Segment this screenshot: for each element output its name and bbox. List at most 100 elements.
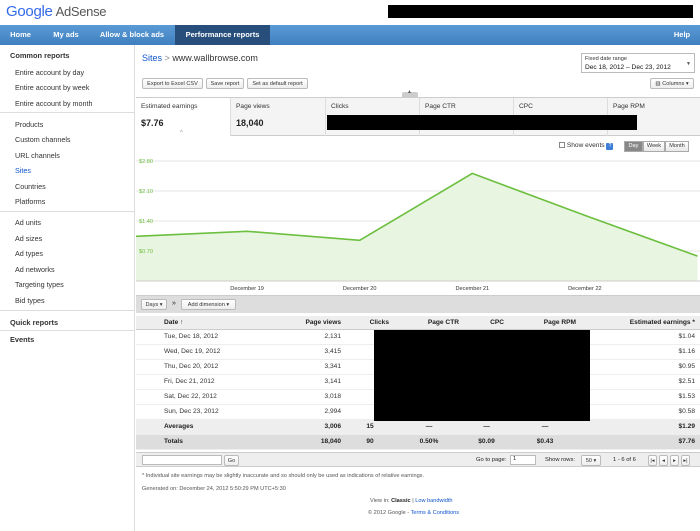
metric-value: $7.76 xyxy=(141,118,164,128)
cell-earnings: $1.53 xyxy=(581,389,700,405)
sidebar-item-targeting-types[interactable]: Targeting types xyxy=(15,280,64,289)
column-header-estimated-earnings-label: Estimated earnings xyxy=(629,318,691,326)
sidebar-item-sites[interactable]: Sites xyxy=(15,166,31,175)
last-page-button[interactable]: ▸| xyxy=(681,455,690,466)
goto-page-input[interactable]: 1 xyxy=(510,455,536,465)
sidebar-item-day[interactable]: Entire account by day xyxy=(15,68,84,77)
y-tick-label: $2.10 xyxy=(139,189,153,195)
sidebar-divider xyxy=(0,112,135,113)
granularity-week[interactable]: Week xyxy=(643,141,665,152)
show-events-label: Show events xyxy=(566,142,605,149)
collapse-chevron-icon: ▲ xyxy=(407,89,412,95)
sidebar-item-week[interactable]: Entire account by week xyxy=(15,83,89,92)
redacted-account-info xyxy=(388,5,693,18)
sidebar-item-products[interactable]: Products xyxy=(15,120,43,129)
first-page-button[interactable]: |◂ xyxy=(648,455,657,466)
cell-date: Fri, Dec 21, 2012 xyxy=(136,374,276,390)
add-dimension-label: Add dimension xyxy=(187,302,225,308)
sidebar-item-ad-types[interactable]: Ad types xyxy=(15,249,43,258)
total-clicks: 90 xyxy=(346,434,394,450)
metric-label: Page RPM xyxy=(613,103,645,110)
avg-page-rpm: — xyxy=(509,419,581,435)
export-csv-button[interactable]: Export to Excel CSV xyxy=(142,78,203,89)
column-header-clicks[interactable]: Clicks xyxy=(346,316,394,330)
columns-button[interactable]: ▥ Columns ▾ xyxy=(650,78,694,89)
totals-label: Totals xyxy=(136,434,276,450)
totals-row: Totals 18,040 90 0.50% $0.09 $0.43 $7.76 xyxy=(136,434,700,450)
granularity-month[interactable]: Month xyxy=(665,141,689,152)
cell-earnings: $1.16 xyxy=(581,344,700,360)
column-header-page-ctr[interactable]: Page CTR xyxy=(394,316,464,330)
save-report-button[interactable]: Save report xyxy=(206,78,244,89)
chevron-down-icon: ▾ xyxy=(159,302,163,308)
breadcrumb-sites[interactable]: Sites xyxy=(142,53,162,63)
nav-home[interactable]: Home xyxy=(0,25,41,45)
redacted-metrics xyxy=(327,115,637,130)
cell-earnings: $2.51 xyxy=(581,374,700,390)
dropdown-arrow-icon: ▼ xyxy=(686,61,691,67)
sidebar-header-common[interactable]: Common reports xyxy=(10,51,70,60)
table-pager: Go Go to page: 1 Show rows: 50 ▾ 1 - 6 o… xyxy=(136,452,700,467)
terms-link[interactable]: Terms & Conditions xyxy=(411,510,460,516)
earnings-area xyxy=(134,173,698,281)
nav-my-ads[interactable]: My ads xyxy=(43,25,89,45)
days-dropdown[interactable]: Days ▾ xyxy=(141,299,167,310)
filter-input[interactable] xyxy=(142,455,222,465)
nav-help[interactable]: Help xyxy=(664,25,700,45)
filter-go-button[interactable]: Go xyxy=(224,455,239,466)
total-page-views: 18,040 xyxy=(276,434,346,450)
metric-label: Estimated earnings xyxy=(141,103,198,110)
rows-per-page-select[interactable]: 50 ▾ xyxy=(581,455,601,466)
low-bandwidth-link[interactable]: Low bandwidth xyxy=(415,498,452,504)
prev-page-button[interactable]: ◂ xyxy=(659,455,668,466)
selected-caret-icon: ^ xyxy=(180,130,183,136)
google-adsense-logo[interactable]: Google AdSense xyxy=(6,3,107,20)
sidebar-item-countries[interactable]: Countries xyxy=(15,182,46,191)
show-events-checkbox[interactable] xyxy=(559,142,565,149)
nav-allow-block-ads[interactable]: Allow & block ads xyxy=(91,25,173,45)
view-in-label: View in: xyxy=(370,498,390,504)
top-navigation: Home My ads Allow & block ads Performanc… xyxy=(0,25,700,45)
avg-page-views: 3,006 xyxy=(276,419,346,435)
add-dimension-dropdown[interactable]: Add dimension ▾ xyxy=(181,299,236,310)
sidebar-item-ad-networks[interactable]: Ad networks xyxy=(15,265,55,274)
x-tick-label: December 20 xyxy=(343,286,377,292)
column-header-page-views[interactable]: Page views xyxy=(276,316,346,330)
metric-estimated-earnings[interactable]: Estimated earnings $7.76 ^ xyxy=(136,98,231,136)
show-events-control[interactable]: Show events ? xyxy=(559,142,614,150)
column-header-cpc[interactable]: CPC xyxy=(464,316,509,330)
days-dropdown-label: Days xyxy=(145,302,159,308)
chevron-down-icon: ▾ xyxy=(593,458,597,464)
metric-label: Page CTR xyxy=(425,103,456,110)
set-default-report-button[interactable]: Set as default report xyxy=(247,78,308,89)
help-icon[interactable]: ? xyxy=(606,143,614,150)
column-header-page-rpm[interactable]: Page RPM xyxy=(509,316,581,330)
averages-row: Averages 3,006 15 — — — $1.29 xyxy=(136,419,700,435)
nav-performance-reports[interactable]: Performance reports xyxy=(175,25,270,45)
cell-earnings: $0.58 xyxy=(581,404,700,420)
sidebar-quick-reports[interactable]: Quick reports xyxy=(10,318,58,327)
google-wordmark: Google xyxy=(6,3,53,20)
sidebar-item-bid-types[interactable]: Bid types xyxy=(15,296,45,305)
sidebar-events[interactable]: Events xyxy=(10,335,34,344)
granularity-day[interactable]: Day xyxy=(624,141,643,152)
sidebar-item-ad-sizes[interactable]: Ad sizes xyxy=(15,234,42,243)
sidebar-item-ad-units[interactable]: Ad units xyxy=(15,218,41,227)
sidebar-item-month[interactable]: Entire account by month xyxy=(15,99,93,108)
sidebar-item-platforms[interactable]: Platforms xyxy=(15,197,45,206)
column-header-date[interactable]: Date ↑ xyxy=(136,316,276,330)
redacted-table-columns xyxy=(374,330,590,421)
date-range-picker[interactable]: Fixed date range Dec 18, 2012 – Dec 23, … xyxy=(581,53,695,73)
avg-clicks: 15 xyxy=(346,419,394,435)
date-range-value: Dec 18, 2012 – Dec 23, 2012 xyxy=(585,64,671,71)
cell-date: Tue, Dec 18, 2012 xyxy=(136,329,276,345)
column-header-estimated-earnings[interactable]: Estimated earnings * xyxy=(581,316,700,330)
metric-page-views[interactable]: Page views 18,040 xyxy=(231,98,326,136)
chevron-down-icon: ▾ xyxy=(685,81,689,87)
cell-page-views: 2,131 xyxy=(276,329,346,345)
next-page-button[interactable]: ▸ xyxy=(670,455,679,466)
sidebar-item-custom-channels[interactable]: Custom channels xyxy=(15,135,71,144)
sidebar-item-url-channels[interactable]: URL channels xyxy=(15,151,60,160)
breadcrumb-chevron-icon: » xyxy=(172,300,176,307)
breadcrumb-current: www.wallbrowse.com xyxy=(172,53,258,63)
